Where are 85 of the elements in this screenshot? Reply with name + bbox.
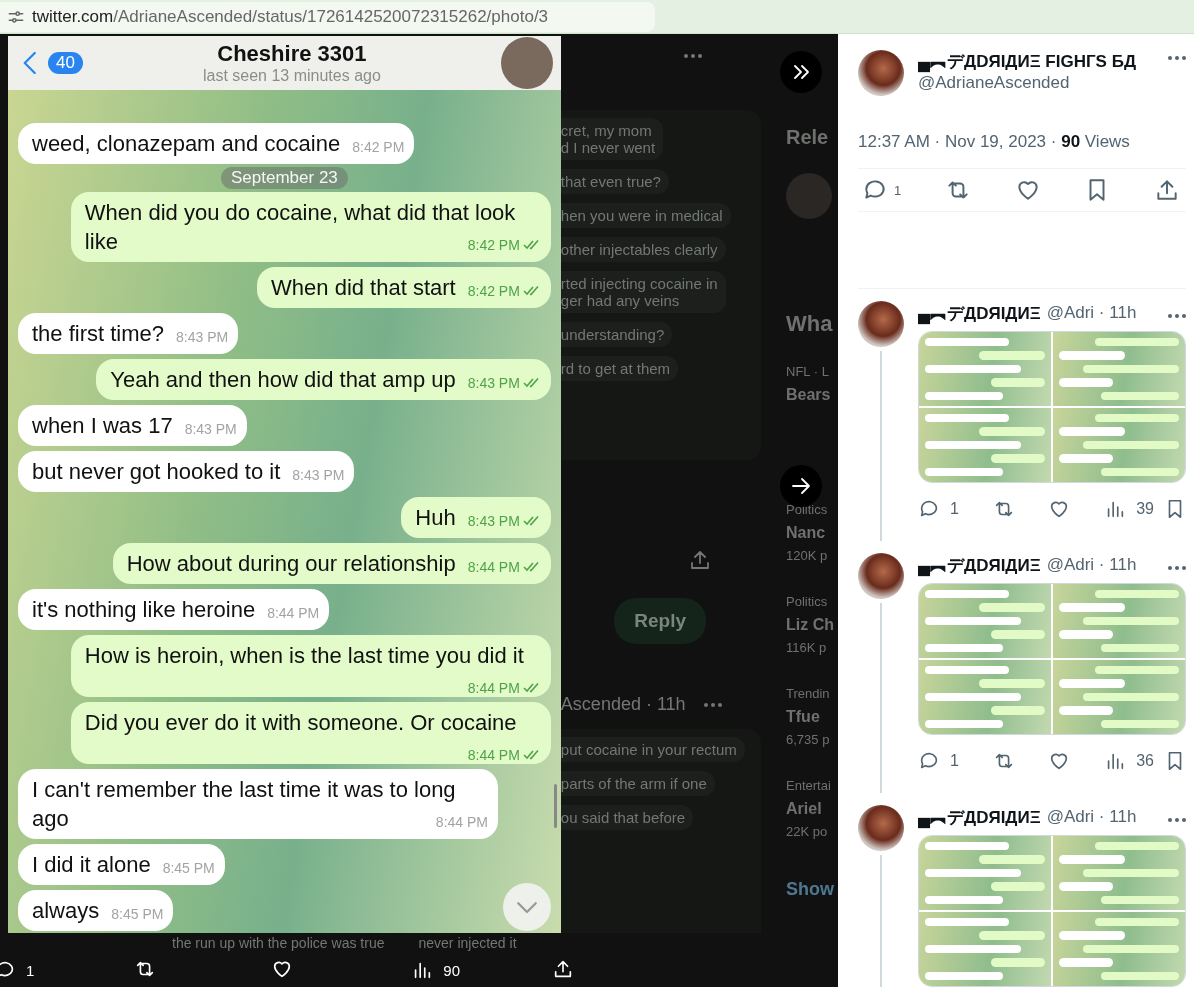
reply-button[interactable]: Reply bbox=[614, 598, 706, 644]
dim-message-bubble: parts of the arm if one bbox=[560, 771, 715, 796]
reply-meta: @Adri · 11h bbox=[1046, 555, 1137, 575]
dim-avatar bbox=[786, 173, 832, 219]
message-bubble: Huh 8:43 PM bbox=[401, 497, 551, 538]
view-count: 90 bbox=[443, 961, 461, 979]
dim-sidebar-count: 120K p bbox=[786, 547, 829, 565]
more-icon[interactable] bbox=[1168, 314, 1186, 318]
dim-message-bubble: hen you were in medical bbox=[560, 203, 731, 228]
avatar-photo[interactable] bbox=[858, 50, 904, 96]
dim-sidebar-title: Tfue bbox=[786, 707, 821, 727]
dim-sidebar-heading: Rele bbox=[786, 126, 830, 149]
message-bubble: When did that start 8:42 PM bbox=[257, 267, 551, 308]
more-icon[interactable] bbox=[1168, 56, 1186, 60]
chat-screenshots-thumbnail[interactable] bbox=[918, 331, 1186, 483]
message-bubble: How about during our relationship 8:44 PM bbox=[112, 543, 551, 584]
reply-count: 1 bbox=[894, 182, 902, 198]
dim-sidebar-count: 116K p bbox=[786, 639, 828, 657]
avatar-photo bbox=[500, 37, 553, 89]
message-bubble: How is heroin, when is the last time you did it 8:44 PM bbox=[70, 635, 551, 697]
message-bubble: I did it alone 8:45 PM bbox=[18, 844, 225, 885]
message-bubble: weed, clonazepam and cocaine 8:42 PM bbox=[18, 123, 415, 164]
display-name[interactable]: ▄︻デДDЯIДИΞ bbox=[918, 301, 1041, 325]
last-seen-status: last seen 13 minutes ago bbox=[202, 67, 381, 85]
dim-sidebar-category: Politics bbox=[786, 501, 829, 519]
display-name[interactable]: ▄︻デДDЯIДИΞ bbox=[918, 805, 1041, 829]
message-bubble: when I was 17 8:43 PM bbox=[18, 405, 247, 446]
display-name[interactable]: ▄︻デДDЯIДИΞ FIGHГS БД bbox=[918, 50, 1136, 73]
dim-sidebar-count: 6,735 p bbox=[786, 731, 831, 749]
user-handle[interactable]: @AdrianeAscended bbox=[918, 73, 1136, 93]
message-bubble: When did you do cocaine, what did that look like 8:42 PM bbox=[70, 192, 551, 262]
scroll-indicator bbox=[553, 784, 557, 828]
dim-message-bubble: rd to get at them bbox=[560, 356, 679, 381]
avatar-photo[interactable] bbox=[858, 553, 904, 599]
message-bubble: it's nothing like heroine 8:44 PM bbox=[18, 589, 330, 630]
message-bubble: always 8:45 PM bbox=[18, 890, 174, 931]
date-pill: September 23 bbox=[221, 167, 348, 189]
unread-count-badge[interactable]: 40 bbox=[48, 52, 83, 74]
message-bubble: the first time? 8:43 PM bbox=[18, 313, 239, 354]
dim-message-bubble: cret, my mom d I never went bbox=[560, 118, 664, 160]
message-bubble: I can't remember the last time it was to long ago 8:44 PM bbox=[18, 769, 498, 839]
message-bubble: Yeah and then how did that amp up 8:43 PM bbox=[96, 359, 551, 400]
more-icon[interactable] bbox=[703, 702, 722, 707]
dim-sidebar-category: Trendin bbox=[786, 685, 831, 703]
dim-sidebar-count: 22K po bbox=[786, 823, 829, 841]
view-count: 39 bbox=[1136, 500, 1154, 518]
message-bubble: but never got hooked to it 8:43 PM bbox=[18, 451, 355, 492]
dim-message-bubble: ou said that before bbox=[560, 805, 694, 830]
dim-sidebar-title: Bears bbox=[786, 385, 832, 405]
more-icon[interactable] bbox=[1168, 818, 1186, 822]
reply-count: 1 bbox=[26, 961, 35, 979]
share-icon bbox=[688, 548, 712, 572]
dim-sidebar-title: Ariel bbox=[786, 799, 823, 819]
tweet-timestamp: 12:37 AM · Nov 19, 2023 · 90 Views bbox=[858, 132, 1131, 152]
dim-sidebar-title: Liz Ch bbox=[786, 615, 835, 635]
dim-sidebar-category: NFL · L bbox=[786, 363, 830, 381]
dim-message-bubble: other injectables clearly bbox=[560, 237, 726, 262]
dim-message-bubble: rted injecting cocaine in ger had any veins bbox=[560, 271, 726, 313]
dim-sidebar-category: Politics bbox=[786, 593, 829, 611]
dim-sidebar-title: Nanc bbox=[786, 523, 827, 543]
reply-count: 1 bbox=[950, 752, 959, 770]
dim-message-bubble: understanding? bbox=[560, 322, 673, 347]
dim-message-text: never injected it bbox=[418, 935, 517, 951]
dim-message-bubble: put cocaine in your rectum bbox=[560, 737, 745, 762]
dim-sidebar-category: Entertai bbox=[786, 777, 832, 795]
dim-message-bubble: that even true? bbox=[560, 169, 669, 194]
chat-screenshots-thumbnail[interactable] bbox=[918, 835, 1186, 987]
reply-meta: @Adri · 11h bbox=[1046, 303, 1137, 323]
next-button[interactable] bbox=[780, 465, 822, 507]
more-icon[interactable] bbox=[1168, 566, 1186, 570]
dim-message-text: the run up with the police was true bbox=[172, 935, 385, 951]
chat-title: Cheshire 3301 bbox=[217, 41, 367, 67]
address-field[interactable]: twitter.com/AdrianeAscended/status/1726142520072315262/photo/3 bbox=[0, 1, 655, 32]
collapse-button[interactable] bbox=[780, 51, 822, 93]
chat-screenshots-thumbnail[interactable] bbox=[918, 583, 1186, 735]
display-name[interactable]: ▄︻デДDЯIДИΞ bbox=[918, 553, 1041, 577]
avatar-photo[interactable] bbox=[858, 301, 904, 347]
more-icon[interactable] bbox=[684, 54, 702, 58]
reply-meta: @Adri · 11h bbox=[1046, 807, 1137, 827]
dim-sidebar-heading: Wha bbox=[786, 311, 834, 337]
reply-count: 1 bbox=[950, 500, 959, 518]
dim-tweet-meta: Ascended · 11h bbox=[560, 694, 686, 715]
view-count: 36 bbox=[1136, 752, 1154, 770]
avatar-photo[interactable] bbox=[858, 805, 904, 851]
message-bubble: Did you ever do it with someone. Or cocaine 8:44 PM bbox=[70, 702, 551, 764]
